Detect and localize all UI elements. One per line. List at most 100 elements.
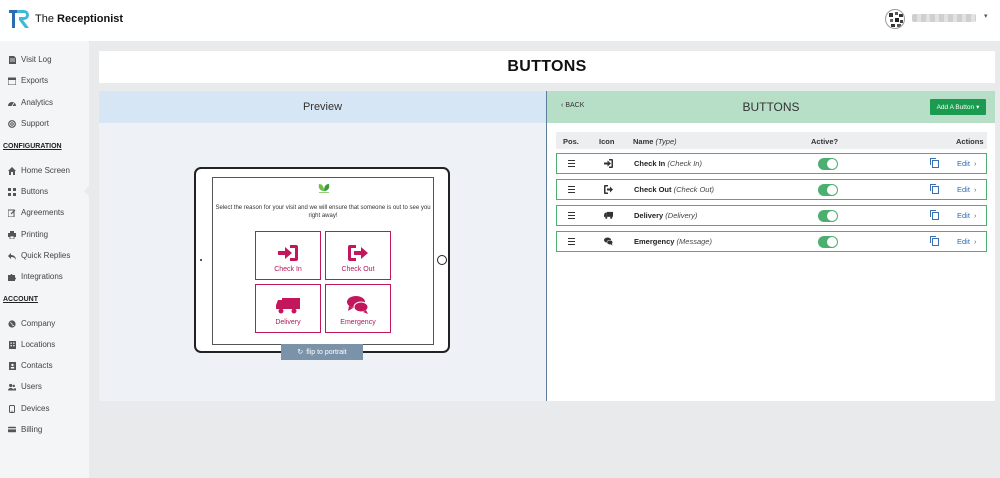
- puzzle-icon: [8, 273, 16, 281]
- visit-reason-message: Select the reason for your visit and we …: [215, 205, 431, 219]
- active-toggle[interactable]: [818, 158, 838, 170]
- buttons-panel: ‹ BACK BUTTONS Add A Button ▾ Pos. Icon …: [546, 91, 995, 401]
- brand-name[interactable]: The Receptionist: [35, 13, 123, 25]
- sign-in-icon: [604, 159, 613, 168]
- sidebar: Visit Log Exports Analytics Support CONF…: [0, 41, 89, 478]
- sidebar-item-buttons[interactable]: Buttons: [8, 187, 48, 196]
- sidebar-item-support[interactable]: Support: [8, 119, 49, 128]
- chevron-right-icon: ›: [973, 159, 977, 168]
- sidebar-item-analytics[interactable]: Analytics: [8, 98, 53, 107]
- edit-icon: [8, 209, 16, 217]
- flip-to-portrait-button[interactable]: ↻ flip to portrait: [281, 344, 363, 360]
- caret-down-icon: ▾: [976, 104, 980, 111]
- sign-in-icon: [278, 245, 298, 261]
- button-name-label: Emergency: [634, 237, 675, 246]
- tablet-home-button: [437, 255, 447, 265]
- copy-icon[interactable]: [930, 210, 939, 220]
- sidebar-item-quick-replies[interactable]: Quick Replies: [8, 251, 70, 260]
- tablet-camera: [200, 259, 202, 261]
- button-type-label: (Message): [676, 237, 712, 246]
- edit-link[interactable]: Edit ›: [957, 211, 976, 220]
- edit-link[interactable]: Edit ›: [957, 237, 976, 246]
- brand-prefix: The: [35, 13, 54, 25]
- sidebar-item-label: Analytics: [21, 98, 54, 107]
- top-bar: The Receptionist ▾: [0, 0, 1000, 41]
- sidebar-item-company[interactable]: Company: [8, 319, 55, 328]
- copy-icon[interactable]: [930, 184, 939, 194]
- sidebar-item-label: Agreements: [21, 208, 65, 217]
- brand-suffix: Receptionist: [57, 13, 124, 25]
- preview-panel: Preview Select the reason for your visit…: [99, 91, 546, 401]
- sidebar-item-billing[interactable]: Billing: [8, 425, 42, 434]
- drag-handle-icon[interactable]: [568, 238, 575, 245]
- col-active: Active?: [811, 137, 839, 146]
- comments-icon: [604, 237, 613, 246]
- section-account: ACCOUNT: [3, 296, 38, 303]
- tablet-mockup: Select the reason for your visit and we …: [194, 167, 450, 353]
- address-book-icon: [8, 361, 16, 370]
- print-icon: [8, 230, 16, 239]
- copy-icon[interactable]: [930, 158, 939, 168]
- add-button-dropdown[interactable]: Add A Button ▾: [930, 99, 986, 115]
- button-type-label: (Check In): [667, 159, 702, 168]
- sidebar-item-agreements[interactable]: Agreements: [8, 208, 64, 217]
- sidebar-item-label: Visit Log: [21, 55, 52, 64]
- sidebar-item-devices[interactable]: Devices: [8, 404, 49, 413]
- sidebar-item-printing[interactable]: Printing: [8, 230, 48, 239]
- receptionist-logo-icon[interactable]: [8, 8, 32, 30]
- drag-handle-icon[interactable]: [568, 212, 575, 219]
- comments-icon: [347, 296, 369, 314]
- users-icon: [8, 383, 16, 391]
- table-row: Check Out (Check Out) Edit ›: [556, 179, 987, 200]
- truck-icon: [604, 211, 613, 219]
- avatar[interactable]: [885, 9, 905, 29]
- active-nav-pointer: [84, 185, 90, 197]
- tablet-checkout-button[interactable]: Check Out: [325, 231, 391, 280]
- edit-link[interactable]: Edit ›: [957, 185, 976, 194]
- sidebar-item-visit-log[interactable]: Visit Log: [8, 55, 52, 64]
- sidebar-item-label: Devices: [21, 404, 50, 413]
- tablet-emergency-button[interactable]: Emergency: [325, 284, 391, 333]
- sidebar-item-integrations[interactable]: Integrations: [8, 272, 63, 281]
- lifebuoy-icon: [8, 119, 16, 128]
- sidebar-item-locations[interactable]: Locations: [8, 340, 55, 349]
- sign-out-icon: [604, 185, 613, 194]
- preview-header: Preview: [99, 91, 546, 123]
- sidebar-item-contacts[interactable]: Contacts: [8, 361, 53, 370]
- button-name-label: Check In: [634, 159, 666, 168]
- drag-handle-icon[interactable]: [568, 186, 575, 193]
- buttons-table-header: Pos. Icon Name (Type) Active? Actions: [556, 132, 987, 149]
- sidebar-item-label: Billing: [21, 425, 43, 434]
- active-toggle[interactable]: [818, 184, 838, 196]
- col-name: Name (Type): [633, 137, 677, 146]
- sidebar-item-exports[interactable]: Exports: [8, 76, 48, 85]
- table-row: Emergency (Message) Edit ›: [556, 231, 987, 252]
- button-name: Check In (Check In): [634, 159, 702, 168]
- sidebar-item-label: Users: [21, 382, 42, 391]
- edit-label: Edit: [957, 159, 970, 168]
- copy-icon[interactable]: [930, 236, 939, 246]
- table-row: Delivery (Delivery) Edit ›: [556, 205, 987, 226]
- user-menu-caret-icon[interactable]: ▾: [984, 12, 988, 20]
- col-type-label: (Type): [655, 137, 677, 146]
- col-icon: Icon: [599, 137, 615, 146]
- sidebar-item-users[interactable]: Users: [8, 382, 42, 391]
- col-name-label: Name: [633, 137, 654, 146]
- table-row: Check In (Check In) Edit ›: [556, 153, 987, 174]
- user-name-blurred[interactable]: [912, 14, 976, 22]
- tablet-delivery-button[interactable]: Delivery: [255, 284, 321, 333]
- sidebar-item-home-screen[interactable]: Home Screen: [8, 166, 70, 175]
- drag-handle-icon[interactable]: [568, 160, 575, 167]
- active-toggle[interactable]: [818, 236, 838, 248]
- reply-icon: [8, 252, 16, 260]
- active-toggle[interactable]: [818, 210, 838, 222]
- tablet-checkin-button[interactable]: Check In: [255, 231, 321, 280]
- button-name: Check Out (Check Out): [634, 185, 714, 194]
- buttons-panel-header: ‹ BACK BUTTONS Add A Button ▾: [547, 91, 995, 123]
- tablet-icon: [8, 404, 16, 413]
- tablet-screen: Select the reason for your visit and we …: [212, 177, 434, 345]
- sidebar-item-label: Printing: [21, 230, 49, 239]
- edit-link[interactable]: Edit ›: [957, 159, 976, 168]
- grid-icon: [8, 187, 16, 196]
- edit-label: Edit: [957, 211, 970, 220]
